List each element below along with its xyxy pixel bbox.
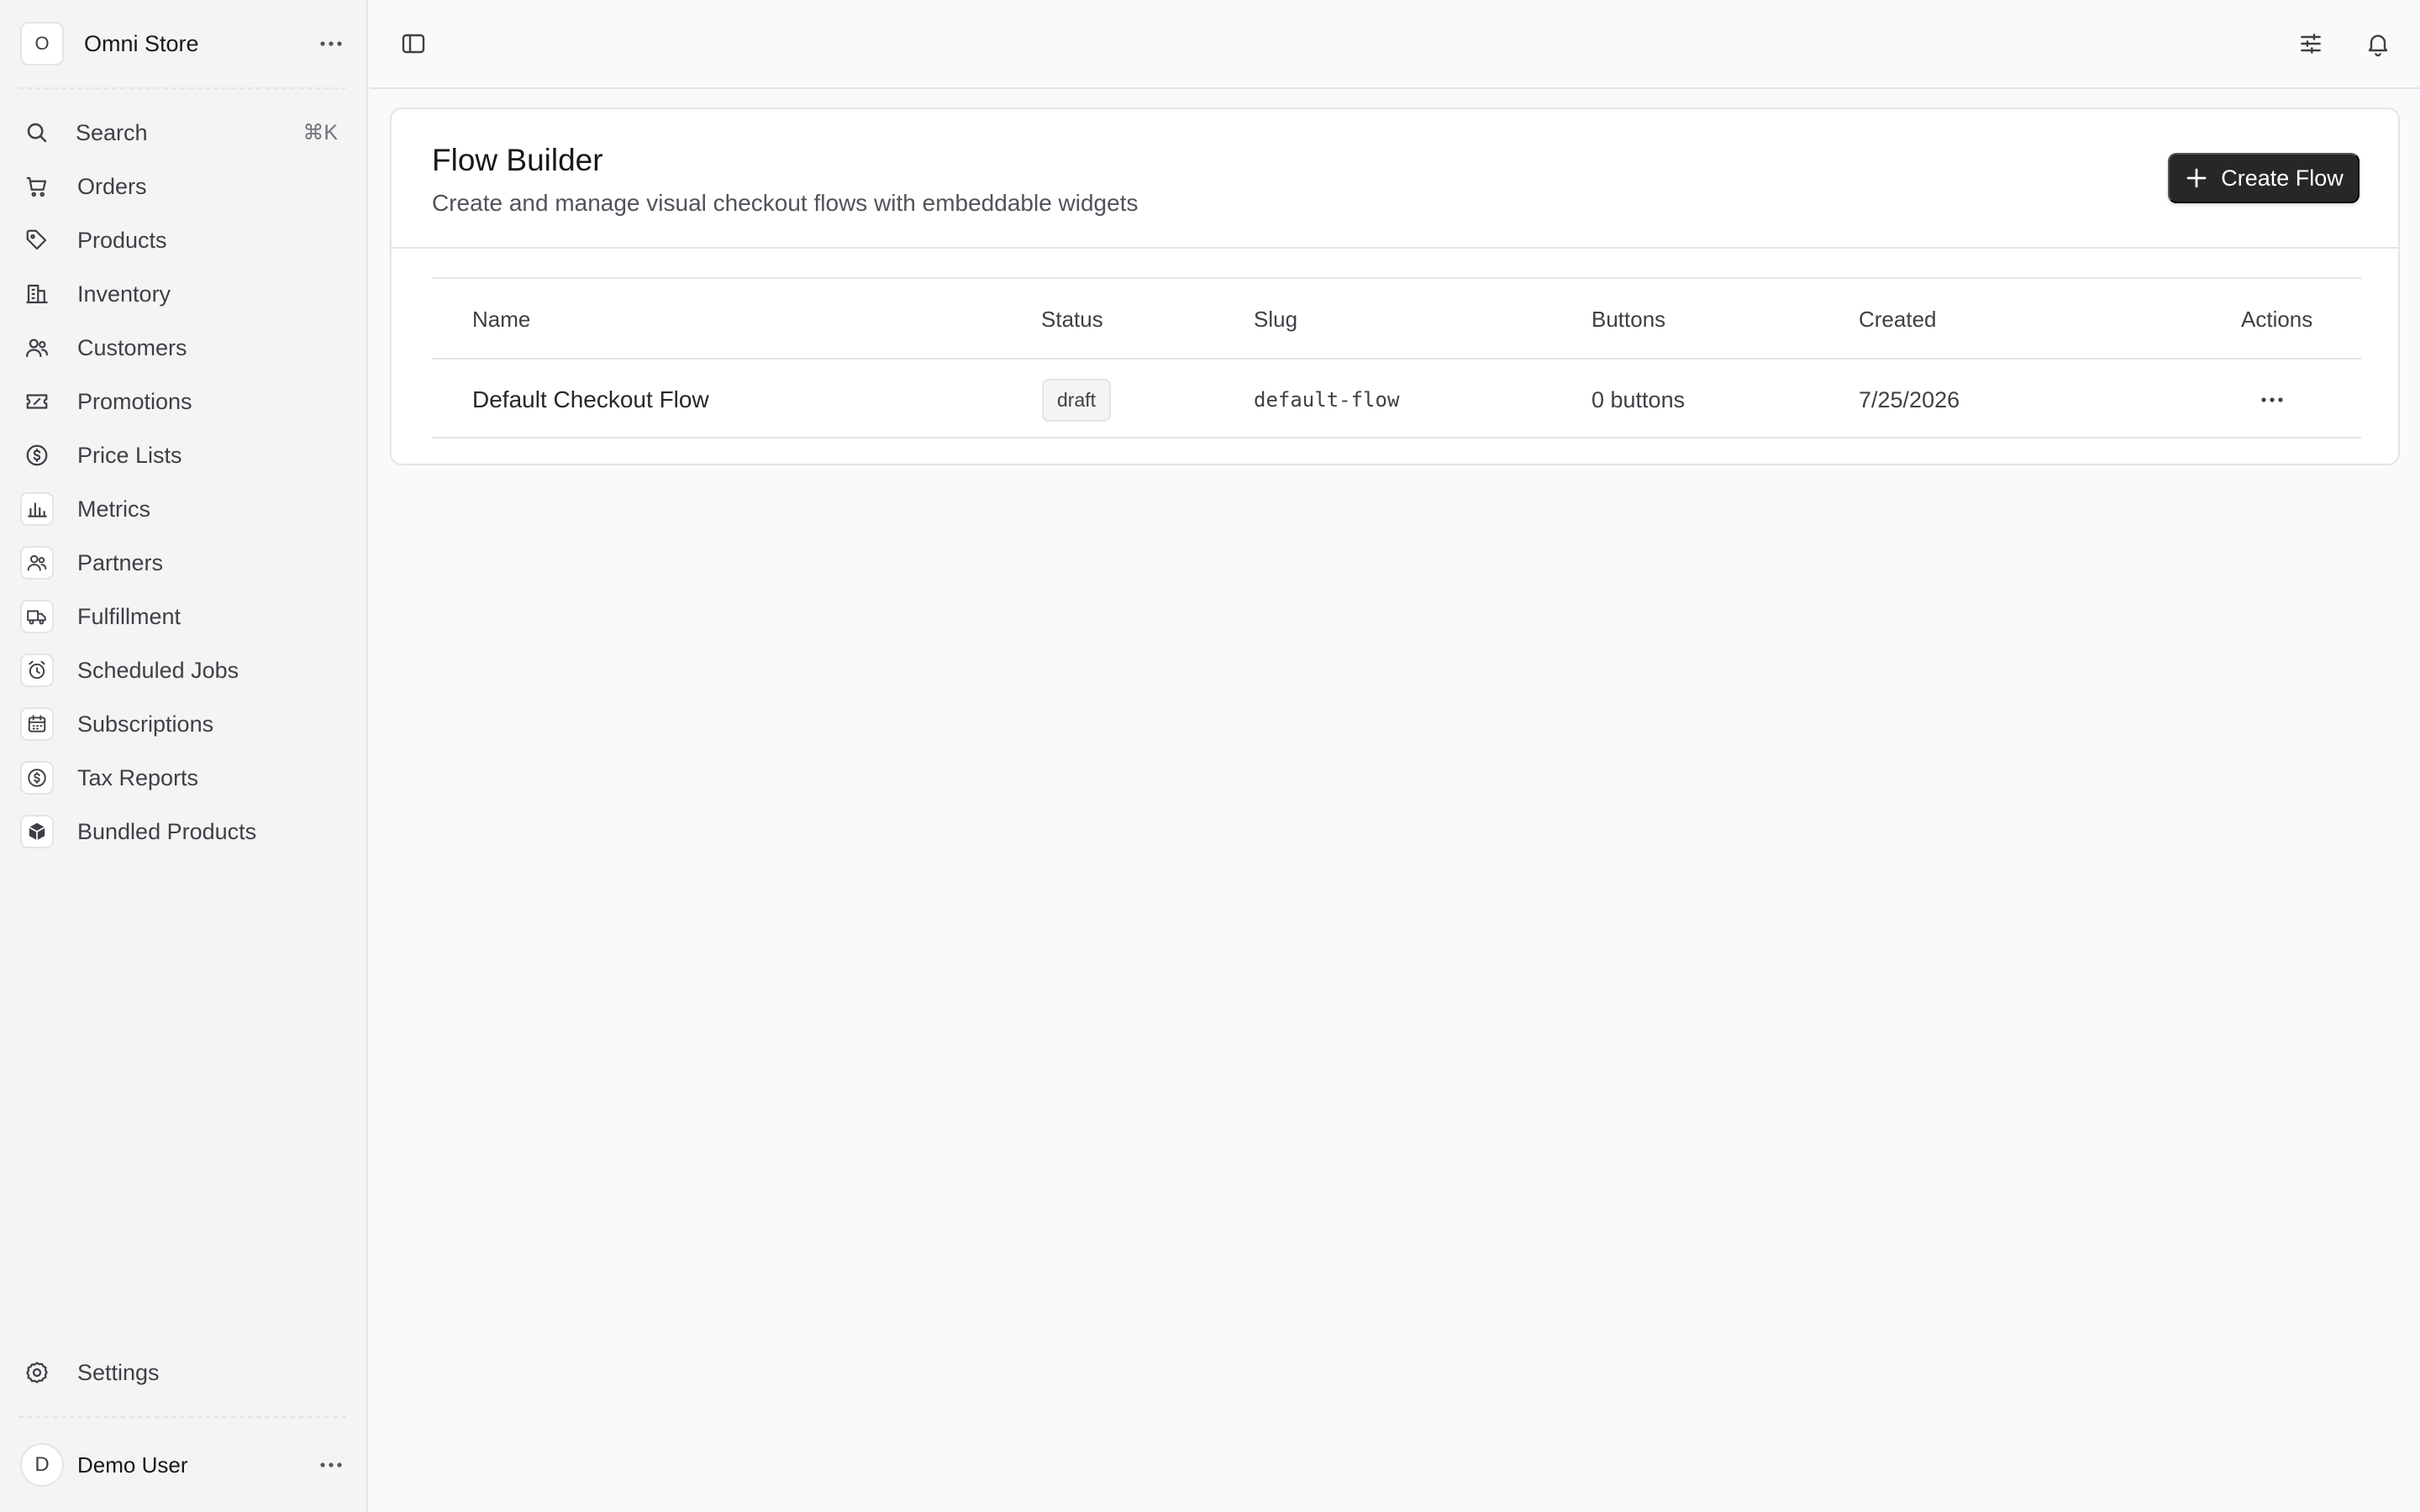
column-header-status: Status	[1041, 306, 1103, 332]
users-icon	[20, 331, 54, 365]
sidebar-item-tax-reports[interactable]: Tax Reports	[20, 754, 348, 801]
store-avatar: O	[20, 22, 64, 66]
sidebar-item-subscriptions[interactable]: Subscriptions	[20, 701, 348, 748]
sidebar-item-settings[interactable]: Settings	[20, 1349, 348, 1396]
search-shortcut: ⌘K	[302, 121, 338, 144]
user-menu[interactable]: D Demo User	[20, 1443, 348, 1487]
currency-circle-icon	[20, 761, 54, 795]
page-title: Flow Builder	[432, 143, 603, 177]
sidebar-item-partners[interactable]: Partners	[20, 539, 348, 586]
calendar-icon	[20, 707, 54, 741]
column-header-slug: Slug	[1254, 306, 1298, 332]
sidebar-item-label: Customers	[77, 334, 187, 360]
sidebar-item-label: Products	[77, 227, 167, 253]
sidebar-item-fulfillment[interactable]: Fulfillment	[20, 593, 348, 640]
sidebar-item-price-lists[interactable]: Price Lists	[20, 432, 348, 479]
more-horizontal-icon	[320, 41, 342, 46]
status-cell: draft	[1042, 360, 1112, 440]
card-header: Flow Builder Create and manage visual ch…	[392, 109, 2398, 249]
search-icon	[20, 116, 54, 150]
store-switcher[interactable]: O Omni Store	[20, 22, 348, 66]
column-header-created: Created	[1859, 306, 1937, 332]
column-header-name: Name	[472, 306, 531, 332]
cube-icon	[20, 815, 54, 848]
sidebar-divider	[18, 87, 346, 89]
flow-buttons-count: 0 buttons	[1591, 386, 1686, 412]
column-header-buttons: Buttons	[1591, 306, 1666, 332]
user-menu-button[interactable]	[314, 1448, 348, 1482]
users-icon	[20, 546, 54, 580]
cart-icon	[20, 170, 54, 203]
tag-icon	[20, 223, 54, 257]
notifications-button[interactable]	[2360, 25, 2396, 62]
plus-icon	[2186, 168, 2207, 188]
user-name: Demo User	[77, 1452, 188, 1478]
settings-label: Settings	[77, 1359, 160, 1385]
toggle-sidebar-button[interactable]	[395, 25, 432, 62]
sidebar-item-label: Partners	[77, 549, 164, 575]
sidebar-item-label: Price Lists	[77, 442, 182, 468]
ticket-icon	[20, 385, 54, 418]
sidebar-divider	[18, 1416, 346, 1418]
sliders-icon	[2301, 34, 2321, 54]
sidebar-item-label: Metrics	[77, 496, 150, 522]
table-row[interactable]: Default Checkout Flow draft default-flow…	[432, 358, 2361, 438]
row-actions-button[interactable]	[2250, 360, 2294, 440]
status-badge: draft	[1042, 378, 1112, 422]
create-flow-button[interactable]: Create Flow	[2168, 153, 2360, 203]
gear-icon	[20, 1356, 54, 1389]
sidebar-item-label: Orders	[77, 173, 147, 199]
truck-icon	[20, 600, 54, 633]
flows-table: Name Status Slug Buttons Created Actions…	[432, 277, 2361, 438]
sidebar-item-label: Bundled Products	[77, 818, 257, 844]
currency-circle-icon	[20, 438, 54, 472]
store-name: Omni Store	[84, 30, 199, 56]
create-flow-label: Create Flow	[2221, 165, 2344, 191]
more-horizontal-icon	[2261, 397, 2283, 402]
column-header-actions: Actions	[2241, 306, 2313, 332]
sidebar-item-orders[interactable]: Orders	[20, 163, 348, 210]
search-button[interactable]: Search ⌘K	[20, 109, 348, 156]
bar-chart-icon	[20, 492, 54, 526]
flow-created-date: 7/25/2026	[1859, 386, 1960, 412]
building-icon	[20, 277, 54, 311]
sidebar-item-label: Scheduled Jobs	[77, 657, 239, 683]
sidebar-item-label: Subscriptions	[77, 711, 214, 737]
sidebar-item-promotions[interactable]: Promotions	[20, 378, 348, 425]
table-header: Name Status Slug Buttons Created Actions	[432, 277, 2361, 358]
sidebar-item-bundled-products[interactable]: Bundled Products	[20, 808, 348, 855]
sidebar-item-inventory[interactable]: Inventory	[20, 270, 348, 318]
bell-icon	[2368, 34, 2388, 57]
avatar: D	[20, 1443, 64, 1487]
sidebar: O Omni Store Search ⌘K Orders Products I…	[0, 0, 368, 1512]
top-bar	[370, 0, 2420, 89]
sidebar-item-label: Tax Reports	[77, 764, 199, 790]
sidebar-item-metrics[interactable]: Metrics	[20, 486, 348, 533]
store-menu-button[interactable]	[314, 27, 348, 60]
sidebar-toggle-icon	[402, 34, 425, 54]
sidebar-item-scheduled-jobs[interactable]: Scheduled Jobs	[20, 647, 348, 694]
sidebar-item-products[interactable]: Products	[20, 217, 348, 264]
search-label: Search	[76, 119, 148, 145]
sidebar-item-label: Fulfillment	[77, 603, 182, 629]
more-horizontal-icon	[320, 1462, 342, 1467]
sidebar-item-label: Inventory	[77, 281, 171, 307]
alarm-clock-icon	[20, 654, 54, 687]
flow-name: Default Checkout Flow	[472, 386, 709, 412]
flow-slug: default-flow	[1254, 388, 1400, 412]
filters-button[interactable]	[2292, 25, 2329, 62]
sidebar-item-customers[interactable]: Customers	[20, 324, 348, 371]
flow-builder-card: Flow Builder Create and manage visual ch…	[390, 108, 2400, 465]
page-subtitle: Create and manage visual checkout flows …	[432, 190, 1139, 216]
sidebar-item-label: Promotions	[77, 388, 192, 414]
